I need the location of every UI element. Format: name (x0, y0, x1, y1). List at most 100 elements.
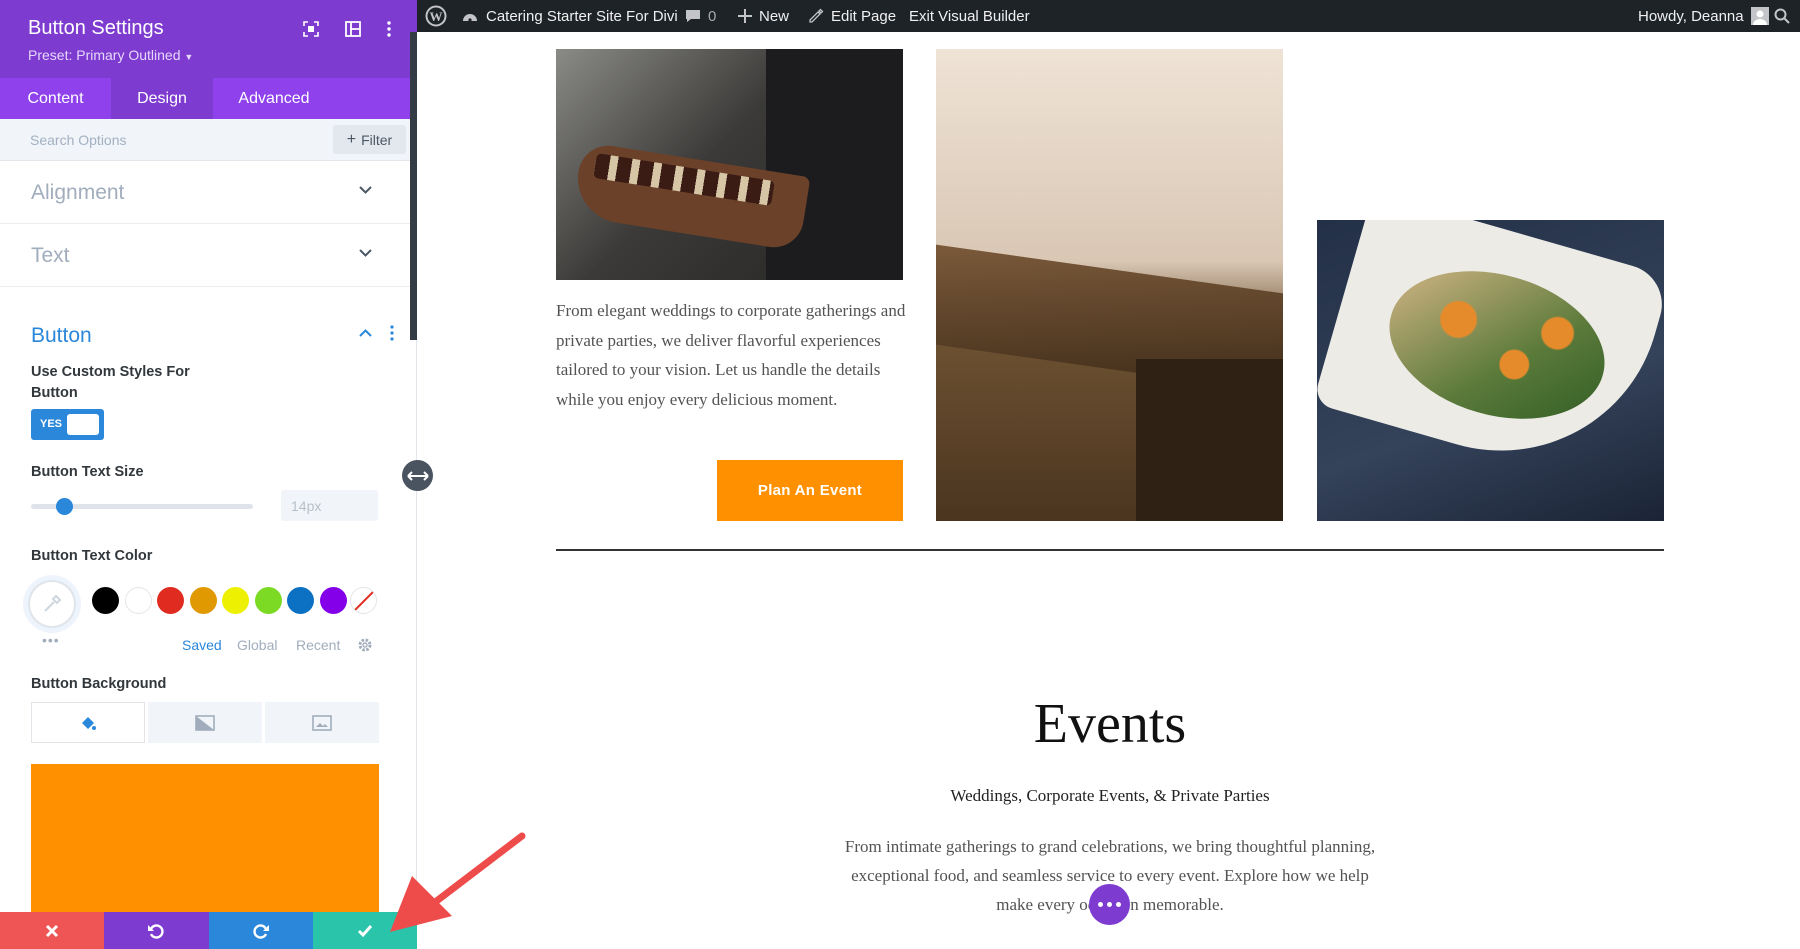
module-options-button[interactable] (1089, 884, 1130, 925)
pencil-icon (809, 8, 824, 23)
redo-button[interactable] (208, 912, 313, 949)
palette-tab-recent[interactable]: Recent (296, 637, 340, 653)
greeting: Howdy, Deanna (1638, 7, 1744, 25)
chevron-down-icon (359, 249, 372, 257)
svg-text:W: W (430, 9, 443, 24)
text-size-label: Button Text Size (31, 464, 144, 480)
filter-label: Filter (361, 131, 393, 148)
chevron-down-icon (359, 186, 372, 194)
gear-icon[interactable] (357, 637, 373, 653)
exit-visual-builder-link[interactable]: Exit Visual Builder (909, 0, 1030, 32)
site-name-link[interactable]: Catering Starter Site For Divi (461, 0, 678, 32)
resize-arrows-icon (406, 470, 429, 481)
table-setting-image (936, 49, 1283, 521)
undo-icon (148, 923, 165, 939)
panel-resize-handle[interactable] (402, 460, 433, 491)
color-swatch[interactable] (124, 587, 152, 614)
section-alignment[interactable]: Alignment (0, 162, 410, 224)
custom-styles-label: Use Custom Styles For Button (31, 364, 190, 401)
search-options-input[interactable] (30, 129, 290, 151)
annotation-arrow (390, 832, 526, 932)
plus-icon: + (346, 130, 357, 148)
scrollbar[interactable] (410, 32, 417, 340)
color-swatch[interactable] (222, 587, 249, 614)
image-icon (312, 714, 332, 731)
color-swatch[interactable] (254, 587, 282, 614)
color-swatch[interactable] (189, 587, 217, 614)
text-size-input[interactable] (281, 490, 378, 521)
slider-thumb[interactable] (56, 498, 74, 515)
layout-icon[interactable] (344, 20, 362, 38)
comment-icon (686, 10, 700, 22)
account-menu[interactable]: Howdy, Deanna (1638, 0, 1769, 32)
section-text-label: Text (31, 244, 70, 267)
undo-button[interactable] (104, 912, 209, 949)
avatar (1750, 7, 1769, 25)
background-label: Button Background (31, 676, 167, 692)
preset-dropdown[interactable]: Preset: Primary Outlined ▼ (28, 47, 193, 63)
divider (556, 549, 1664, 551)
more-vertical-icon[interactable] (390, 325, 394, 341)
section-button[interactable]: Button (0, 305, 410, 367)
background-color-preview[interactable] (31, 764, 379, 914)
focus-icon[interactable] (302, 20, 320, 38)
wordpress-logo-icon[interactable]: W (425, 0, 447, 32)
more-icon[interactable]: ••• (42, 632, 60, 648)
section-text[interactable]: Text (0, 225, 410, 287)
panel-header: Button Settings Preset: Primary Outlined… (0, 0, 417, 78)
admin-bar: W Catering Starter Site For Divi 0 New E… (417, 0, 1800, 32)
custom-styles-toggle[interactable]: YES (31, 409, 104, 440)
events-heading: Events (1033, 693, 1187, 755)
palette-tab-global[interactable]: Global (237, 637, 277, 653)
color-swatch[interactable] (92, 587, 119, 614)
more-vertical-icon[interactable] (380, 20, 398, 38)
eyedropper-icon (44, 594, 62, 612)
settings-panel: Button Settings Preset: Primary Outlined… (0, 0, 417, 949)
filter-button[interactable]: + Filter (333, 125, 406, 154)
bg-gradient-tab[interactable] (148, 702, 262, 743)
preset-label: Preset: Primary Outlined (28, 47, 181, 63)
dashboard-icon (463, 14, 477, 22)
intro-text: From elegant weddings to corporate gathe… (556, 301, 906, 409)
gradient-icon (195, 714, 215, 731)
paint-bucket-icon (82, 716, 96, 730)
plus-icon (738, 9, 752, 23)
plan-an-event-button[interactable]: Plan An Event (717, 460, 903, 521)
events-subtitle: Weddings, Corporate Events, & Private Pa… (950, 786, 1270, 805)
serving-tray-image (556, 49, 903, 280)
bg-color-tab[interactable] (31, 702, 145, 743)
new-content-link[interactable]: New (738, 0, 789, 32)
site-name: Catering Starter Site For Divi (486, 7, 678, 25)
section-button-label: Button (31, 324, 92, 347)
tab-content[interactable]: Content (0, 78, 111, 119)
panel-title: Button Settings (28, 17, 164, 39)
edit-page-link[interactable]: Edit Page (808, 0, 896, 32)
close-icon (46, 924, 59, 937)
bg-image-tab[interactable] (265, 702, 379, 743)
panel-tabs: Content Design Advanced (0, 78, 417, 119)
palette-tab-saved[interactable]: Saved (182, 637, 222, 653)
color-swatch[interactable] (319, 587, 347, 614)
tab-design[interactable]: Design (111, 78, 213, 119)
tab-advanced[interactable]: Advanced (213, 78, 335, 119)
new-label: New (759, 7, 790, 25)
no-color-swatch[interactable] (350, 587, 377, 614)
color-swatch[interactable] (157, 587, 184, 614)
color-picker-button[interactable] (28, 580, 76, 628)
chevron-up-icon (359, 329, 372, 337)
comments-link[interactable]: 0 (685, 0, 716, 32)
food-platter-image (1317, 220, 1664, 521)
text-color-label: Button Text Color (31, 548, 153, 564)
exit-builder-label: Exit Visual Builder (909, 7, 1030, 25)
section-alignment-label: Alignment (31, 181, 125, 204)
comments-count: 0 (708, 7, 717, 25)
toggle-label: YES (40, 418, 63, 430)
edit-page-label: Edit Page (831, 7, 897, 25)
text-size-slider[interactable] (31, 498, 253, 515)
discard-button[interactable] (0, 912, 105, 949)
color-swatch[interactable] (287, 587, 314, 614)
toggle-knob (67, 414, 99, 435)
redo-icon (252, 923, 269, 939)
caret-down-icon: ▼ (184, 52, 194, 62)
search-icon[interactable] (1774, 0, 1790, 32)
